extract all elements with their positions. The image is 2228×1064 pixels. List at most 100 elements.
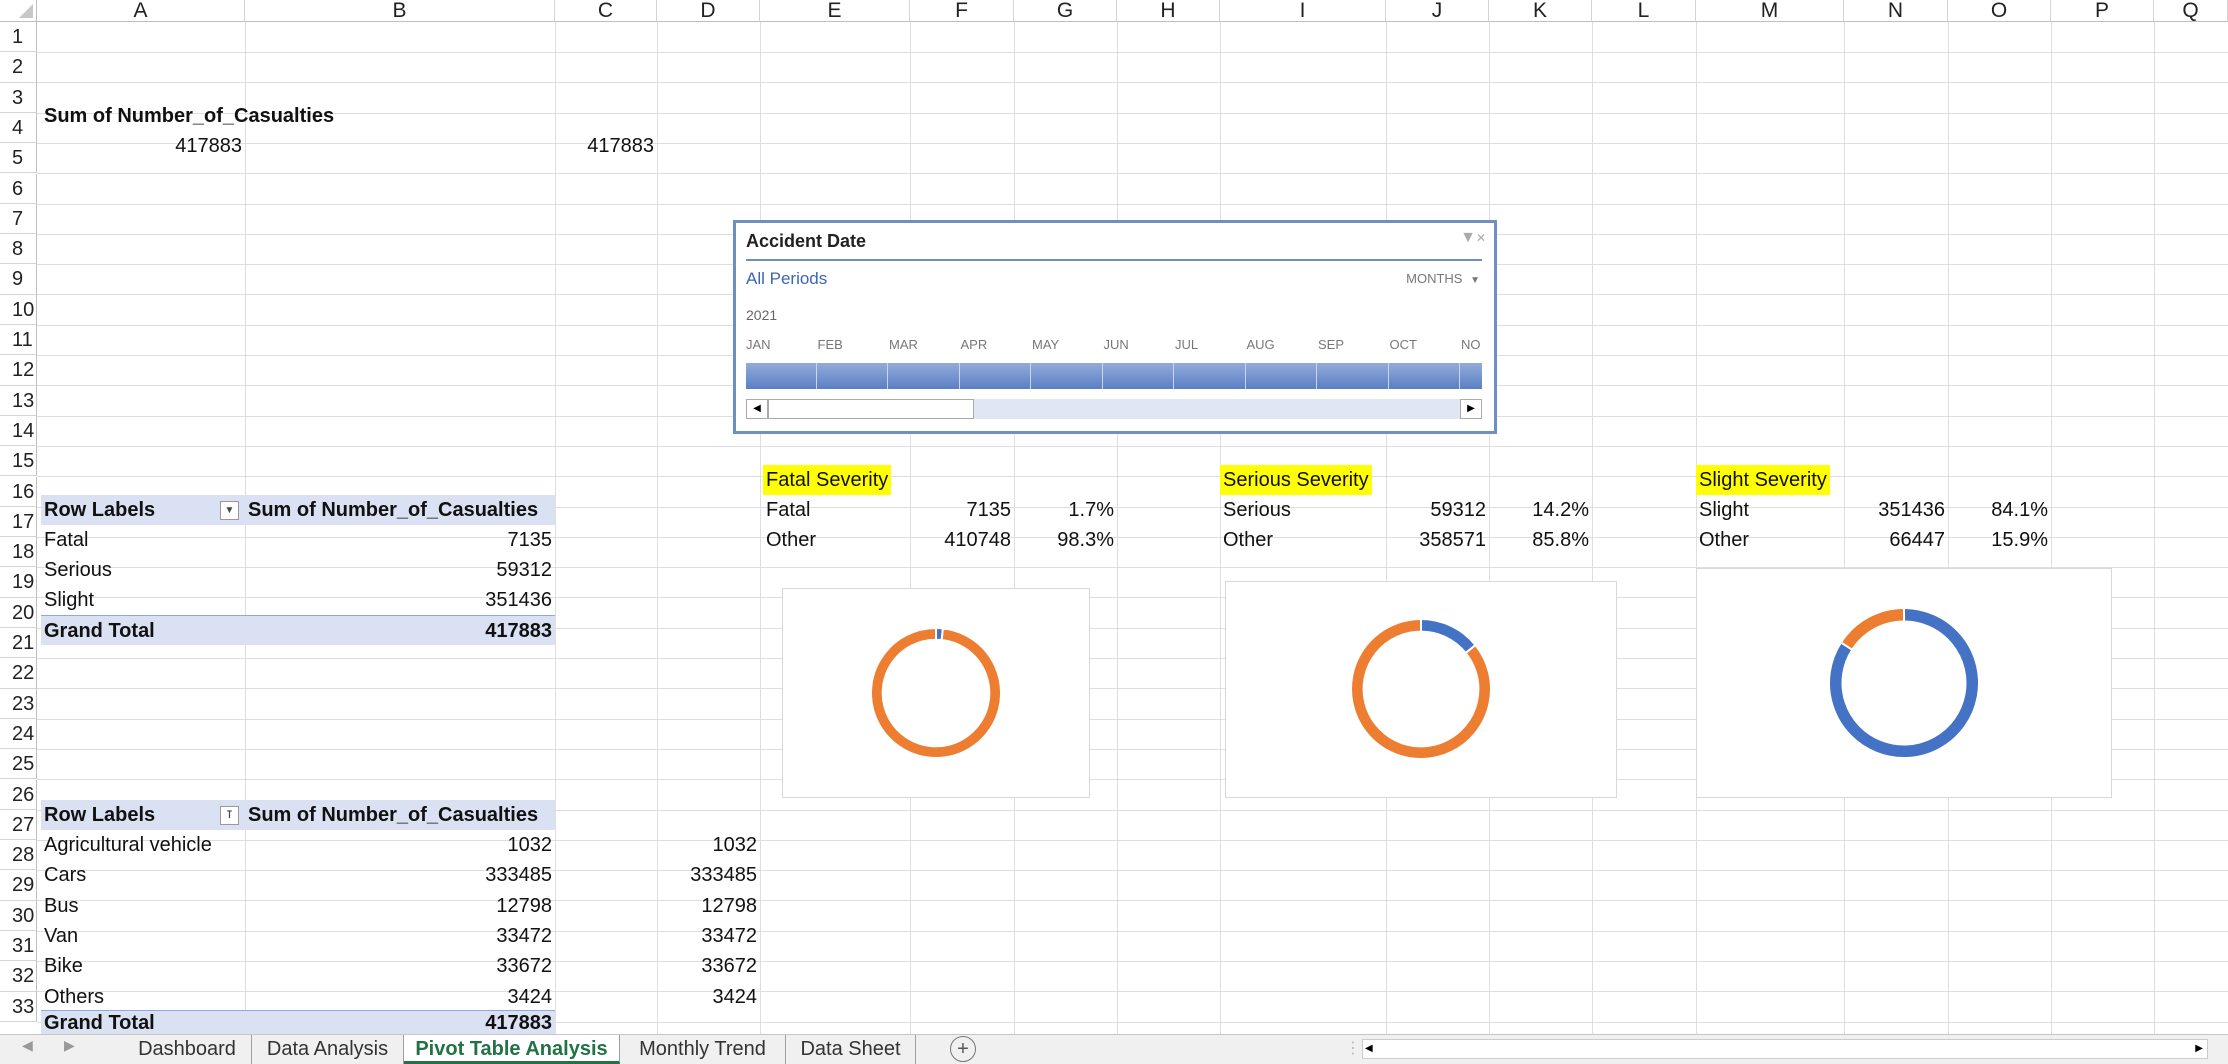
column-header[interactable]: J	[1386, 0, 1489, 22]
severity-row-labels-header[interactable]: Row Labels ▼	[41, 495, 245, 525]
severity-row-value[interactable]: 351436	[245, 585, 555, 615]
vehicle-row-label[interactable]: Van	[41, 921, 81, 951]
serious-other-label[interactable]: Other	[1220, 525, 1276, 555]
slight-label[interactable]: Slight	[1696, 495, 1752, 525]
row-header[interactable]: 3	[0, 82, 37, 113]
slight-value[interactable]: 351436	[1844, 495, 1948, 525]
clear-filter-icon[interactable]: ▼✕	[1460, 229, 1486, 247]
vehicle-row-label[interactable]: Bike	[41, 951, 86, 981]
vehicle-row-value[interactable]: 333485	[245, 860, 555, 890]
column-header[interactable]: I	[1220, 0, 1386, 22]
row-header[interactable]: 19	[0, 567, 37, 598]
row-header[interactable]: 5	[0, 143, 37, 174]
vehicle-row-d-value[interactable]: 12798	[657, 891, 760, 921]
vehicle-row-value[interactable]: 1032	[245, 830, 555, 860]
column-header[interactable]: F	[910, 0, 1014, 22]
slight-donut-chart[interactable]	[1696, 568, 2112, 798]
serious-severity-title[interactable]: Serious Severity	[1220, 465, 1372, 495]
row-header[interactable]: 29	[0, 870, 37, 901]
column-header[interactable]: Q	[2154, 0, 2228, 22]
tab-data-analysis[interactable]: Data Analysis	[252, 1035, 404, 1064]
severity-row-label[interactable]: Fatal	[41, 525, 91, 555]
tab-monthly-trend[interactable]: Monthly Trend	[620, 1035, 786, 1064]
fatal-other-pct[interactable]: 98.3%	[1014, 525, 1117, 555]
slight-other-pct[interactable]: 15.9%	[1948, 525, 2051, 555]
column-header[interactable]: G	[1014, 0, 1117, 22]
row-header[interactable]: 13	[0, 385, 37, 416]
column-header[interactable]: E	[760, 0, 910, 22]
tab-data-sheet[interactable]: Data Sheet	[786, 1035, 916, 1064]
row-header[interactable]: 28	[0, 840, 37, 871]
fatal-other-value[interactable]: 410748	[910, 525, 1014, 555]
vehicle-row-d-value[interactable]: 3424	[657, 982, 760, 1012]
row-header[interactable]: 26	[0, 779, 37, 810]
scroll-right-icon[interactable]: ▶	[1460, 399, 1482, 419]
severity-sum-header[interactable]: Sum of Number_of_Casualties	[245, 495, 555, 525]
vehicle-row-labels-header[interactable]: Row Labels ⊺	[41, 800, 245, 830]
month-selection-bar[interactable]	[746, 363, 1482, 389]
row-header[interactable]: 7	[0, 203, 37, 235]
vehicle-row-value[interactable]: 33672	[245, 951, 555, 981]
scroll-right-icon[interactable]: ▶	[2195, 1040, 2203, 1058]
severity-grand-total-value[interactable]: 417883	[245, 615, 555, 645]
row-header[interactable]: 21	[0, 628, 37, 659]
column-header[interactable]: N	[1844, 0, 1948, 22]
slight-other-value[interactable]: 66447	[1844, 525, 1948, 555]
fatal-label[interactable]: Fatal	[763, 495, 813, 525]
row-header[interactable]: 33	[0, 991, 37, 1022]
column-header[interactable]: H	[1117, 0, 1220, 22]
horizontal-scrollbar[interactable]: ◀ ▶	[1362, 1039, 2208, 1059]
slicer-scrollbar[interactable]: ◀ ▶	[746, 399, 1482, 419]
row-header[interactable]: 4	[0, 112, 37, 144]
slight-pct[interactable]: 84.1%	[1948, 495, 2051, 525]
row-header[interactable]: 1	[0, 22, 37, 53]
row-header[interactable]: 11	[0, 325, 37, 356]
vehicle-row-label[interactable]: Agricultural vehicle	[41, 830, 215, 860]
column-header[interactable]: M	[1696, 0, 1844, 22]
column-header[interactable]: O	[1948, 0, 2051, 22]
column-header[interactable]: B	[245, 0, 555, 22]
vehicle-row-value[interactable]: 33472	[245, 921, 555, 951]
row-header[interactable]: 24	[0, 718, 37, 750]
column-header[interactable]: D	[657, 0, 760, 22]
select-all-corner[interactable]	[0, 0, 37, 22]
scroll-left-icon[interactable]: ◀	[746, 399, 768, 419]
vehicle-row-label[interactable]: Cars	[41, 860, 89, 890]
accident-date-timeline-slicer[interactable]: Accident Date ▼✕ All Periods MONTHS ▼ 20…	[733, 220, 1497, 434]
row-header[interactable]: 23	[0, 688, 37, 719]
next-sheet-icon[interactable]: ▶	[64, 1037, 75, 1054]
row-header[interactable]: 20	[0, 597, 37, 628]
fatal-severity-title[interactable]: Fatal Severity	[763, 465, 892, 495]
row-header[interactable]: 16	[0, 476, 37, 507]
column-header[interactable]: K	[1489, 0, 1592, 22]
slight-severity-title[interactable]: Slight Severity	[1696, 465, 1830, 495]
row-header[interactable]: 18	[0, 537, 37, 568]
add-sheet-icon[interactable]: +	[950, 1036, 976, 1062]
serious-pct[interactable]: 14.2%	[1489, 495, 1592, 525]
serious-other-pct[interactable]: 85.8%	[1489, 525, 1592, 555]
row-header[interactable]: 30	[0, 900, 37, 931]
time-level-dropdown[interactable]: MONTHS ▼	[1406, 271, 1480, 286]
row-header[interactable]: 14	[0, 415, 37, 447]
row-header[interactable]: 32	[0, 961, 37, 992]
serious-donut-chart[interactable]	[1225, 581, 1617, 798]
prev-sheet-icon[interactable]: ◀	[22, 1037, 33, 1054]
donut-slice-other[interactable]	[870, 626, 1002, 759]
serious-label[interactable]: Serious	[1220, 495, 1294, 525]
top-pivot-header[interactable]: Sum of Number_of_Casualties	[41, 101, 337, 131]
row-header[interactable]: 17	[0, 506, 37, 538]
column-header[interactable]: P	[2051, 0, 2154, 22]
vehicle-row-d-value[interactable]: 33472	[657, 921, 760, 951]
tab-dashboard[interactable]: Dashboard	[123, 1035, 252, 1064]
fatal-value[interactable]: 7135	[910, 495, 1014, 525]
filter-applied-icon[interactable]: ⊺	[220, 806, 239, 825]
vehicle-row-label[interactable]: Bus	[41, 891, 81, 921]
severity-grand-total-label[interactable]: Grand Total	[41, 615, 245, 645]
severity-row-value[interactable]: 59312	[245, 555, 555, 585]
severity-row-label[interactable]: Serious	[41, 555, 115, 585]
top-pivot-value-c[interactable]: 417883	[555, 131, 657, 161]
vehicle-row-d-value[interactable]: 333485	[657, 860, 760, 890]
row-header[interactable]: 9	[0, 264, 37, 295]
vehicle-row-label[interactable]: Others	[41, 982, 107, 1012]
row-header[interactable]: 22	[0, 658, 37, 689]
